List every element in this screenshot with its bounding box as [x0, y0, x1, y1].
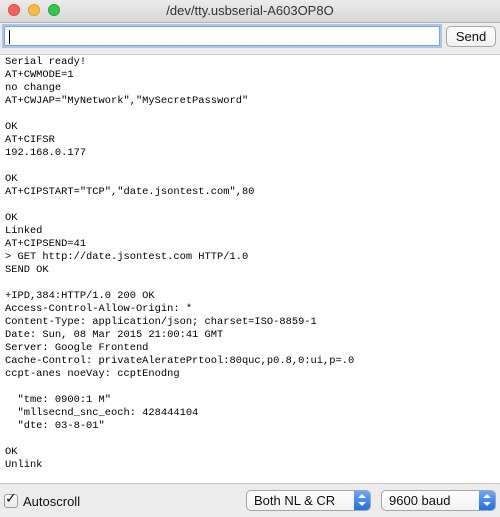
baud-rate-select[interactable]: 9600 baud [381, 490, 496, 511]
output-line: OK [5, 121, 18, 133]
updown-arrows-icon [479, 491, 495, 510]
output-line: Access-Control-Allow-Origin: * [5, 303, 193, 315]
output-line: OK [5, 173, 18, 185]
output-line: OK [5, 212, 18, 224]
output-line: Cache-Control: privateAleratePrtool:80qu… [5, 355, 355, 367]
output-line: AT+CIPSTART="TCP","date.jsontest.com",80 [5, 186, 255, 198]
output-line: ccpt-anes noeVay: ccptEnodng [5, 368, 180, 380]
baud-rate-value: 9600 baud [389, 493, 451, 508]
send-row: Send [0, 24, 500, 52]
send-button[interactable]: Send [446, 26, 496, 47]
output-lines: Serial ready! AT+CWMODE=1 no change AT+CWJA… [0, 55, 500, 472]
output-line: OK [5, 446, 18, 458]
serial-output[interactable]: Serial ready! AT+CWMODE=1 no change AT+CWJA… [0, 54, 500, 484]
title-bar: /dev/tty.usbserial-A603OP8O [0, 0, 500, 23]
output-line: "dte: 03-8-01" [5, 420, 105, 432]
autoscroll-checkbox[interactable]: ✓ [4, 491, 18, 508]
output-line: Server: Google Frontend [5, 342, 149, 354]
serial-input[interactable] [4, 26, 440, 46]
output-line: AT+CWJAP="MyNetwork","MySecretPassword" [5, 95, 249, 107]
line-ending-select[interactable]: Both NL & CR [246, 490, 371, 511]
output-line: AT+CIFSR [5, 134, 55, 146]
output-line: Serial ready! [5, 56, 87, 68]
output-line: > GET http://date.jsontest.com HTTP/1.0 [5, 251, 249, 263]
output-line: "mllsecnd_snc_eoch: 428444104 [5, 407, 199, 419]
autoscroll-label: Autoscroll [23, 493, 81, 509]
output-line: Linked [5, 225, 43, 237]
output-line: no change [5, 82, 62, 94]
output-line: "tme: 0900:1 M" [5, 394, 112, 406]
output-line: SEND OK [5, 264, 49, 276]
output-line: AT+CWMODE=1 [5, 69, 74, 81]
output-line: Unlink [5, 459, 43, 471]
text-caret [9, 30, 10, 44]
updown-arrows-icon [354, 491, 370, 510]
output-line: 192.168.0.177 [5, 147, 87, 159]
serial-monitor-window: /dev/tty.usbserial-A603OP8O Send Serial … [0, 0, 500, 517]
bottom-bar: ✓ Autoscroll Both NL & CR 9600 baud [0, 485, 500, 517]
output-line: Content-Type: application/json; charset=… [5, 316, 317, 328]
output-line: +IPD,384:HTTP/1.0 200 OK [5, 290, 155, 302]
autoscroll-toggle[interactable]: ✓ Autoscroll [4, 491, 81, 509]
line-ending-value: Both NL & CR [254, 493, 336, 508]
checkmark-icon: ✓ [5, 491, 17, 507]
output-line: Date: Sun, 08 Mar 2015 21:00:41 GMT [5, 329, 224, 341]
window-title: /dev/tty.usbserial-A603OP8O [166, 3, 334, 18]
output-line: AT+CIPSEND=41 [5, 238, 87, 250]
